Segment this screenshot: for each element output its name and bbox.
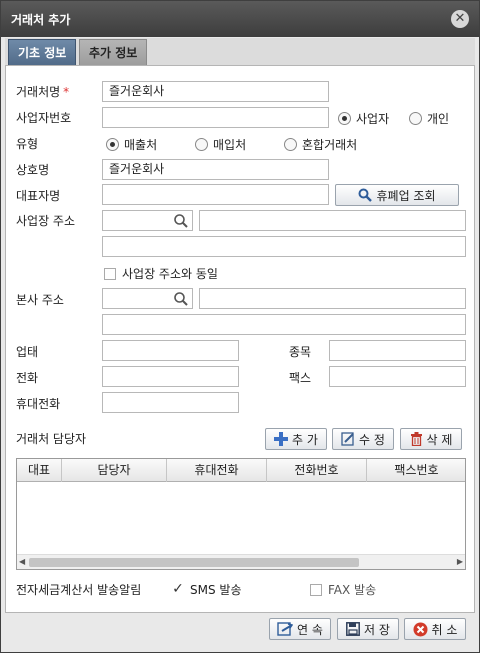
edit-contact-button[interactable]: 수 정 — [332, 428, 394, 450]
hq-address2-input[interactable] — [102, 314, 466, 335]
tab-bar: 기초 정보 추가 정보 — [5, 38, 475, 66]
continue-button[interactable]: 연 속 — [269, 618, 331, 640]
biz-address2-input[interactable] — [102, 236, 466, 257]
fax-label: 팩스 — [289, 371, 312, 385]
trash-icon — [410, 432, 422, 446]
hq-address-label: 본사 주소 — [16, 293, 64, 307]
biz-address1-input[interactable] — [199, 210, 466, 231]
grid-col-primary[interactable]: 대표 — [17, 459, 62, 482]
client-name-input[interactable]: 즐거운회사 — [102, 81, 329, 102]
plus-icon — [274, 432, 289, 446]
search-icon — [358, 188, 373, 202]
edit-icon — [341, 432, 354, 446]
phone-label: 전화 — [16, 371, 39, 385]
radio-individual-dot[interactable] — [409, 112, 422, 125]
biz-number-label: 사업자번호 — [16, 111, 72, 125]
cancel-icon — [413, 622, 428, 636]
fax-send-label: FAX 발송 — [328, 583, 377, 597]
continue-icon — [277, 622, 294, 636]
mobile-input[interactable] — [102, 392, 239, 413]
closure-lookup-label: 휴폐업 조회 — [376, 188, 436, 203]
same-address-label: 사업장 주소와 동일 — [122, 267, 218, 281]
same-address-box[interactable] — [104, 267, 116, 280]
radio-purchase-dot[interactable] — [195, 138, 208, 151]
radio-mixed[interactable]: 혼합거래처 — [284, 136, 357, 153]
biz-address-label: 사업장 주소 — [16, 214, 76, 228]
radio-purchase[interactable]: 매입처 — [195, 136, 246, 153]
grid-col-fax[interactable]: 팩스번호 — [367, 459, 465, 482]
closure-lookup-button[interactable]: 휴폐업 조회 — [335, 184, 459, 206]
titlebar[interactable]: 거래처 추가 ✕ — [1, 1, 479, 37]
biz-number-input[interactable] — [102, 107, 329, 128]
radio-purchase-label: 매입처 — [213, 138, 247, 152]
category-label: 유형 — [16, 137, 39, 151]
radio-business-dot[interactable] — [338, 112, 351, 125]
cancel-label: 취 소 — [431, 622, 458, 637]
contacts-grid-header: 대표 담당자 휴대전화 전화번호 팩스번호 — [17, 459, 465, 482]
continue-label: 연 속 — [297, 622, 323, 637]
add-contact-button[interactable]: 추 가 — [265, 428, 327, 450]
trade-name-label: 상호명 — [16, 163, 50, 177]
radio-mixed-label: 혼합거래처 — [302, 138, 358, 152]
save-button[interactable]: 저 장 — [337, 618, 399, 640]
mobile-label: 휴대전화 — [16, 397, 61, 411]
phone-input[interactable] — [102, 366, 239, 387]
notify-label: 전자세금계산서 발송알림 — [16, 583, 142, 597]
search-icon[interactable] — [173, 291, 189, 307]
checkmark-icon[interactable]: ✓ — [172, 582, 184, 596]
contacts-title: 거래처 담당자 — [16, 432, 87, 446]
grid-col-mobile[interactable]: 휴대전화 — [167, 459, 267, 482]
biz-zip-input[interactable] — [102, 210, 193, 231]
edit-contact-label: 수 정 — [359, 432, 385, 447]
tab-basic-info[interactable]: 기초 정보 — [8, 39, 77, 66]
close-icon[interactable]: ✕ — [451, 10, 469, 28]
required-mark: * — [63, 85, 70, 99]
scroll-left-icon[interactable]: ◀ — [19, 558, 25, 566]
grid-horizontal-scrollbar[interactable]: ◀ ▶ — [17, 554, 465, 569]
radio-business[interactable]: 사업자 — [338, 110, 389, 127]
radio-sales[interactable]: 매출처 — [106, 136, 157, 153]
fax-input[interactable] — [329, 366, 466, 387]
hq-address1-input[interactable] — [199, 288, 466, 309]
delete-contact-label: 삭 제 — [426, 432, 453, 447]
delete-contact-button[interactable]: 삭 제 — [400, 428, 462, 450]
sms-checkbox[interactable]: ✓ SMS 발송 — [172, 581, 241, 598]
grid-col-phone[interactable]: 전화번호 — [267, 459, 367, 482]
radio-business-label: 사업자 — [356, 112, 390, 126]
fax-send-box[interactable] — [310, 583, 322, 596]
trade-name-input[interactable]: 즐거운회사 — [102, 159, 329, 180]
business-type-label: 업태 — [16, 345, 39, 359]
ceo-name-input[interactable] — [102, 184, 329, 205]
radio-individual[interactable]: 개인 — [409, 110, 449, 127]
ceo-name-label: 대표자명 — [16, 189, 61, 203]
scroll-thumb[interactable] — [29, 558, 359, 567]
radio-sales-label: 매출처 — [124, 138, 158, 152]
same-address-checkbox[interactable]: 사업장 주소와 동일 — [104, 265, 218, 282]
add-contact-label: 추 가 — [292, 432, 318, 447]
business-item-input[interactable] — [329, 340, 466, 361]
cancel-button[interactable]: 취 소 — [404, 618, 466, 640]
search-icon[interactable] — [173, 213, 189, 229]
radio-sales-dot[interactable] — [106, 138, 119, 151]
business-type-input[interactable] — [102, 340, 239, 361]
basic-info-panel: 거래처명 * 즐거운회사 사업자번호 사업자 개인 유형 매출처 매입처 혼합거래… — [5, 65, 475, 613]
client-name-label: 거래처명 * — [16, 85, 70, 99]
contacts-grid[interactable]: 대표 담당자 휴대전화 전화번호 팩스번호 ◀ ▶ — [16, 458, 466, 570]
scroll-right-icon[interactable]: ▶ — [457, 558, 463, 566]
grid-col-contact[interactable]: 담당자 — [62, 459, 167, 482]
tab-extra-info[interactable]: 추가 정보 — [79, 39, 148, 66]
radio-individual-label: 개인 — [427, 112, 450, 126]
fax-send-checkbox[interactable]: FAX 발송 — [310, 581, 376, 598]
sms-label: SMS 발송 — [190, 583, 242, 597]
hq-zip-input[interactable] — [102, 288, 193, 309]
dialog-title: 거래처 추가 — [11, 13, 71, 27]
radio-mixed-dot[interactable] — [284, 138, 297, 151]
business-item-label: 종목 — [289, 345, 312, 359]
client-add-dialog: 거래처 추가 ✕ 기초 정보 추가 정보 거래처명 * 즐거운회사 사업자번호 사… — [0, 0, 480, 653]
save-label: 저 장 — [364, 622, 390, 637]
save-icon — [346, 622, 360, 636]
